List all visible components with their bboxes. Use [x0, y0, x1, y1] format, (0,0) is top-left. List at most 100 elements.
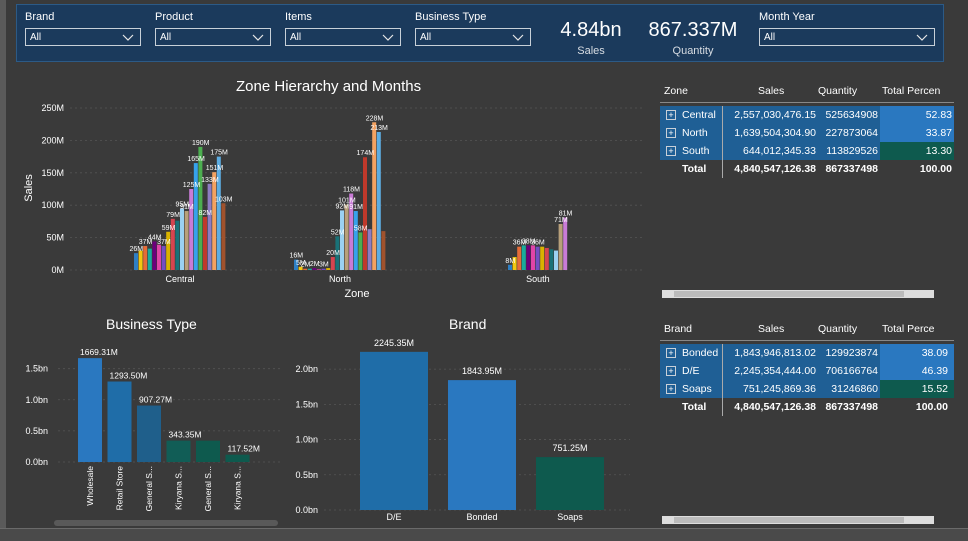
total-label: Total	[682, 401, 707, 413]
data-label: 52M	[331, 229, 345, 236]
brand-column-header[interactable]: Brand	[664, 323, 692, 335]
brand-dropdown[interactable]: All	[25, 28, 141, 46]
total-percent-column-header[interactable]: Total Percen	[882, 85, 940, 97]
data-label: 1843.95M	[462, 366, 502, 376]
chart-bar	[147, 248, 152, 270]
chart-bar	[536, 457, 604, 510]
data-label: 117.52M	[228, 444, 260, 454]
quantity-column-header[interactable]: Quantity	[818, 323, 857, 335]
total-sales: 4,840,547,126.38	[734, 401, 816, 413]
quantity-kpi-card: 867.337M Quantity	[641, 19, 745, 57]
chart-bar	[317, 269, 321, 270]
data-label: 213M	[370, 125, 388, 132]
row-percent: 46.39	[921, 365, 948, 377]
header-divider	[660, 102, 954, 103]
chart-bar	[358, 232, 363, 270]
data-label: 26M	[129, 246, 143, 253]
table-row[interactable]: + South 644,012,345.33 113829526 13.30	[660, 142, 954, 160]
chart-bar	[166, 231, 171, 270]
product-dropdown[interactable]: All	[155, 28, 271, 46]
x-category-label: Kiryana S...	[233, 466, 243, 510]
data-label: 71M	[554, 217, 568, 224]
chevron-down-icon[interactable]	[252, 30, 264, 44]
row-quantity: 706166764	[825, 365, 878, 377]
row-name: North	[682, 127, 708, 139]
brand-table-scrollbar[interactable]	[662, 516, 934, 524]
chevron-down-icon[interactable]	[382, 30, 394, 44]
brand-slicer[interactable]: Brand All	[25, 11, 141, 46]
month-year-dropdown-value: All	[764, 32, 776, 43]
product-slicer[interactable]: Product All	[155, 11, 271, 46]
x-category-label: Kiryana S...	[174, 466, 184, 510]
chart-bar	[376, 131, 381, 270]
business-type-slicer[interactable]: Business Type All	[415, 11, 531, 46]
percent-cell-fill: 52.83	[880, 106, 954, 124]
expand-icon[interactable]: +	[666, 146, 676, 156]
total-percent: 100.00	[919, 163, 952, 175]
zone-table[interactable]: Zone Sales Quantity Total Percen + Centr…	[660, 80, 954, 298]
product-slicer-label: Product	[155, 11, 193, 23]
total-percent-column-header[interactable]: Total Perce	[882, 323, 935, 335]
data-label: 103M	[215, 196, 233, 203]
zone-table-scrollbar[interactable]	[662, 290, 934, 298]
y-tick-label: 1.0bn	[295, 435, 318, 445]
table-row[interactable]: + Soaps 751,245,869.36 31246860 15.52	[660, 380, 954, 398]
chevron-down-icon[interactable]	[916, 30, 928, 44]
quantity-column-header[interactable]: Quantity	[818, 85, 857, 97]
table-row[interactable]: + Central 2,557,030,476.15 525634908 52.…	[660, 106, 954, 124]
chart-bar	[526, 245, 531, 270]
total-quantity: 867337498	[825, 163, 878, 175]
scroll-thumb[interactable]	[674, 291, 904, 297]
expand-icon[interactable]: +	[666, 366, 676, 376]
expand-icon[interactable]: +	[666, 110, 676, 120]
brand-table[interactable]: Brand Sales Quantity Total Perce + Bonde…	[660, 318, 954, 526]
zone-column-header[interactable]: Zone	[664, 85, 688, 97]
data-label: 1293.50M	[110, 371, 148, 381]
zone-chart-xlabel: Zone	[344, 288, 369, 300]
expand-icon[interactable]: +	[666, 128, 676, 138]
business-type-scrollbar[interactable]	[54, 520, 278, 526]
month-year-slicer-label: Month Year	[759, 11, 815, 23]
items-dropdown[interactable]: All	[285, 28, 401, 46]
business-type-dropdown[interactable]: All	[415, 28, 531, 46]
month-year-slicer[interactable]: Month Year All	[759, 11, 935, 46]
data-label: 79M	[166, 212, 180, 219]
table-row[interactable]: + Bonded 1,843,946,813.02 129923874 38.0…	[660, 344, 954, 362]
zone-chart[interactable]: 250M200M150M100M50M0M Sales 26M37M44M37M…	[20, 96, 650, 302]
y-tick-label: 50M	[46, 233, 64, 243]
business-type-chart[interactable]: 1.5bn 1.0bn 0.5bn 0.0bn 1669.31M 1293.50M 907…	[18, 336, 290, 526]
chevron-down-icon[interactable]	[512, 30, 524, 44]
chart-bar	[143, 246, 148, 270]
expand-icon[interactable]: +	[666, 384, 676, 394]
percent-cell-fill: 33.87	[880, 124, 954, 142]
expand-icon[interactable]: +	[666, 348, 676, 358]
row-percent: 38.09	[921, 347, 948, 359]
sales-column-header[interactable]: Sales	[758, 85, 784, 97]
items-slicer[interactable]: Items All	[285, 11, 401, 46]
scroll-thumb[interactable]	[674, 517, 904, 523]
x-category-label: Wholesale	[85, 466, 95, 506]
chart-bar	[563, 217, 568, 270]
data-label: 165M	[187, 156, 205, 163]
percent-cell-fill: 46.39	[880, 362, 954, 380]
total-quantity: 867337498	[825, 401, 878, 413]
row-name: South	[682, 145, 710, 157]
y-tick-label: 0.5bn	[295, 470, 318, 480]
sales-column-header[interactable]: Sales	[758, 323, 784, 335]
row-sales: 1,639,504,304.90	[734, 127, 816, 139]
data-label: 118M	[343, 187, 360, 194]
brand-chart[interactable]: 2.0bn 1.5bn 1.0bn 0.5bn 0.0bn 2245.35M 1843.9…	[290, 336, 636, 526]
chart-bar	[161, 246, 166, 270]
chevron-down-icon[interactable]	[122, 30, 134, 44]
chart-bar	[521, 245, 526, 270]
y-tick-label: 250M	[41, 103, 64, 113]
data-label: 36M	[531, 240, 545, 247]
chart-bar	[157, 244, 161, 270]
x-category-label: Central	[165, 274, 194, 284]
chart-bar	[184, 211, 189, 270]
data-label: 59M	[162, 225, 176, 232]
table-row[interactable]: + D/E 2,245,354,444.00 706166764 46.39	[660, 362, 954, 380]
month-year-dropdown[interactable]: All	[759, 28, 935, 46]
chart-bar	[198, 146, 203, 270]
table-row[interactable]: + North 1,639,504,304.90 227873064 33.87	[660, 124, 954, 142]
